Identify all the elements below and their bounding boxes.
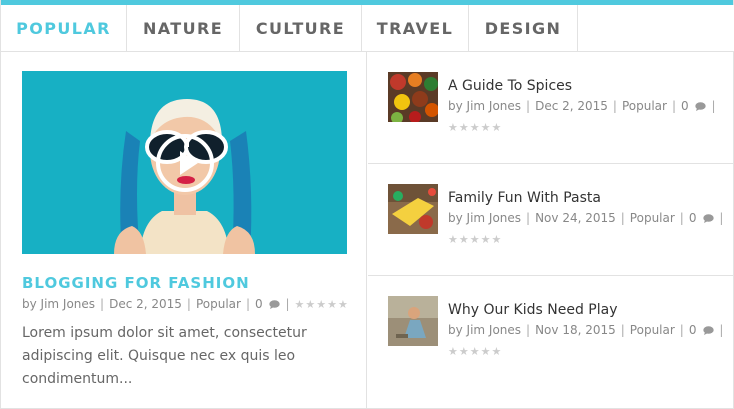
star-icon: ★ bbox=[480, 345, 491, 358]
meta-separator: | bbox=[671, 99, 677, 113]
star-icon: ★ bbox=[338, 297, 348, 311]
comment-count: 0 bbox=[255, 297, 263, 311]
meta-separator: | bbox=[186, 297, 191, 311]
post-title[interactable]: Family Fun With Pasta bbox=[448, 190, 601, 206]
post-date: Dec 2, 2015 bbox=[109, 297, 182, 311]
star-icon: ★ bbox=[327, 297, 338, 311]
list-item: A Guide To Spices by Jim Jones | Dec 2, … bbox=[368, 52, 734, 164]
meta-separator: | bbox=[719, 211, 724, 225]
rating-stars[interactable]: ★ ★ ★ ★ ★ bbox=[448, 233, 501, 246]
star-icon: ★ bbox=[316, 297, 327, 311]
post-meta: by Jim Jones | Nov 24, 2015 | Popular | … bbox=[448, 211, 728, 225]
comments-link[interactable]: 0 bbox=[681, 99, 707, 113]
category-link[interactable]: Popular bbox=[622, 99, 667, 113]
tab-nature[interactable]: NATURE bbox=[127, 5, 240, 51]
star-icon: ★ bbox=[469, 233, 480, 246]
featured-image[interactable] bbox=[22, 71, 347, 254]
star-icon: ★ bbox=[469, 121, 480, 134]
comment-icon bbox=[695, 102, 707, 111]
rating-stars[interactable]: ★ ★ ★ ★ ★ bbox=[295, 298, 348, 311]
play-icon bbox=[180, 151, 198, 175]
star-icon: ★ bbox=[458, 121, 469, 134]
category-link[interactable]: Popular bbox=[196, 297, 241, 311]
post-thumbnail-spices[interactable] bbox=[388, 72, 438, 122]
comment-icon bbox=[703, 214, 715, 223]
post-meta: by Jim Jones | Nov 18, 2015 | Popular | … bbox=[448, 323, 728, 337]
category-link[interactable]: Popular bbox=[630, 211, 675, 225]
comments-link[interactable]: 0 bbox=[688, 211, 715, 225]
tab-travel[interactable]: TRAVEL bbox=[362, 5, 469, 51]
meta-separator: | bbox=[620, 323, 625, 337]
star-icon: ★ bbox=[448, 121, 458, 134]
star-icon: ★ bbox=[491, 345, 502, 358]
tab-design[interactable]: DESIGN bbox=[469, 5, 578, 51]
post-title[interactable]: A Guide To Spices bbox=[448, 78, 572, 94]
meta-separator: | bbox=[526, 323, 531, 337]
star-icon: ★ bbox=[491, 233, 502, 246]
author-link[interactable]: by Jim Jones bbox=[448, 211, 521, 225]
rating-stars[interactable]: ★ ★ ★ ★ ★ bbox=[448, 121, 501, 134]
kids-photo bbox=[388, 296, 438, 346]
rating-stars[interactable]: ★ ★ ★ ★ ★ bbox=[448, 345, 501, 358]
star-icon: ★ bbox=[458, 233, 469, 246]
featured-post: BLOGGING FOR FASHION by Jim Jones | Dec … bbox=[1, 52, 367, 408]
meta-separator: | bbox=[612, 99, 617, 113]
author-link[interactable]: by Jim Jones bbox=[448, 323, 521, 337]
meta-separator: | bbox=[100, 297, 105, 311]
post-meta: by Jim Jones | Dec 2, 2015 | Popular | 0… bbox=[448, 99, 721, 113]
post-date: Nov 18, 2015 bbox=[535, 323, 616, 337]
comment-icon bbox=[269, 300, 281, 309]
post-thumbnail-pasta[interactable] bbox=[388, 184, 438, 234]
meta-separator: | bbox=[526, 99, 531, 113]
featured-title[interactable]: BLOGGING FOR FASHION bbox=[22, 274, 250, 292]
post-list: A Guide To Spices by Jim Jones | Dec 2, … bbox=[368, 52, 734, 408]
star-icon: ★ bbox=[448, 233, 458, 246]
post-thumbnail-kids[interactable] bbox=[388, 296, 438, 346]
meta-separator: | bbox=[245, 297, 251, 311]
star-icon: ★ bbox=[480, 121, 491, 134]
comments-link[interactable]: 0 bbox=[688, 323, 715, 337]
tab-culture[interactable]: CULTURE bbox=[240, 5, 362, 51]
author-link[interactable]: by Jim Jones bbox=[22, 297, 95, 311]
post-date: Dec 2, 2015 bbox=[535, 99, 608, 113]
spices-photo bbox=[388, 72, 438, 122]
pasta-photo bbox=[388, 184, 438, 234]
category-link[interactable]: Popular bbox=[630, 323, 675, 337]
comments-link[interactable]: 0 bbox=[255, 297, 281, 311]
comment-count: 0 bbox=[681, 99, 689, 113]
star-icon: ★ bbox=[480, 233, 491, 246]
tabbed-posts-widget: POPULAR NATURE CULTURE TRAVEL DESIGN BLO… bbox=[0, 0, 734, 409]
meta-separator: | bbox=[620, 211, 625, 225]
post-date: Nov 24, 2015 bbox=[535, 211, 616, 225]
star-icon: ★ bbox=[491, 121, 502, 134]
star-icon: ★ bbox=[469, 345, 480, 358]
meta-separator: | bbox=[679, 323, 684, 337]
comment-count: 0 bbox=[688, 323, 697, 337]
author-link[interactable]: by Jim Jones bbox=[448, 99, 521, 113]
star-icon: ★ bbox=[294, 297, 305, 311]
tab-popular[interactable]: POPULAR bbox=[1, 5, 127, 51]
post-title[interactable]: Why Our Kids Need Play bbox=[448, 302, 617, 318]
comment-icon bbox=[703, 326, 715, 335]
meta-separator: | bbox=[285, 297, 290, 311]
star-icon: ★ bbox=[448, 345, 458, 358]
list-item: Family Fun With Pasta by Jim Jones | Nov… bbox=[368, 164, 734, 276]
featured-excerpt: Lorem ipsum dolor sit amet, consectetur … bbox=[22, 325, 307, 387]
meta-separator: | bbox=[679, 211, 684, 225]
list-item: Why Our Kids Need Play by Jim Jones | No… bbox=[368, 276, 734, 388]
category-tabs: POPULAR NATURE CULTURE TRAVEL DESIGN bbox=[1, 5, 734, 52]
meta-separator: | bbox=[719, 323, 724, 337]
play-button[interactable] bbox=[156, 134, 214, 192]
featured-meta: by Jim Jones | Dec 2, 2015 | Popular | 0… bbox=[22, 297, 348, 311]
star-icon: ★ bbox=[458, 345, 469, 358]
star-icon: ★ bbox=[305, 297, 316, 311]
meta-separator: | bbox=[711, 99, 716, 113]
comment-count: 0 bbox=[688, 211, 697, 225]
meta-separator: | bbox=[526, 211, 531, 225]
